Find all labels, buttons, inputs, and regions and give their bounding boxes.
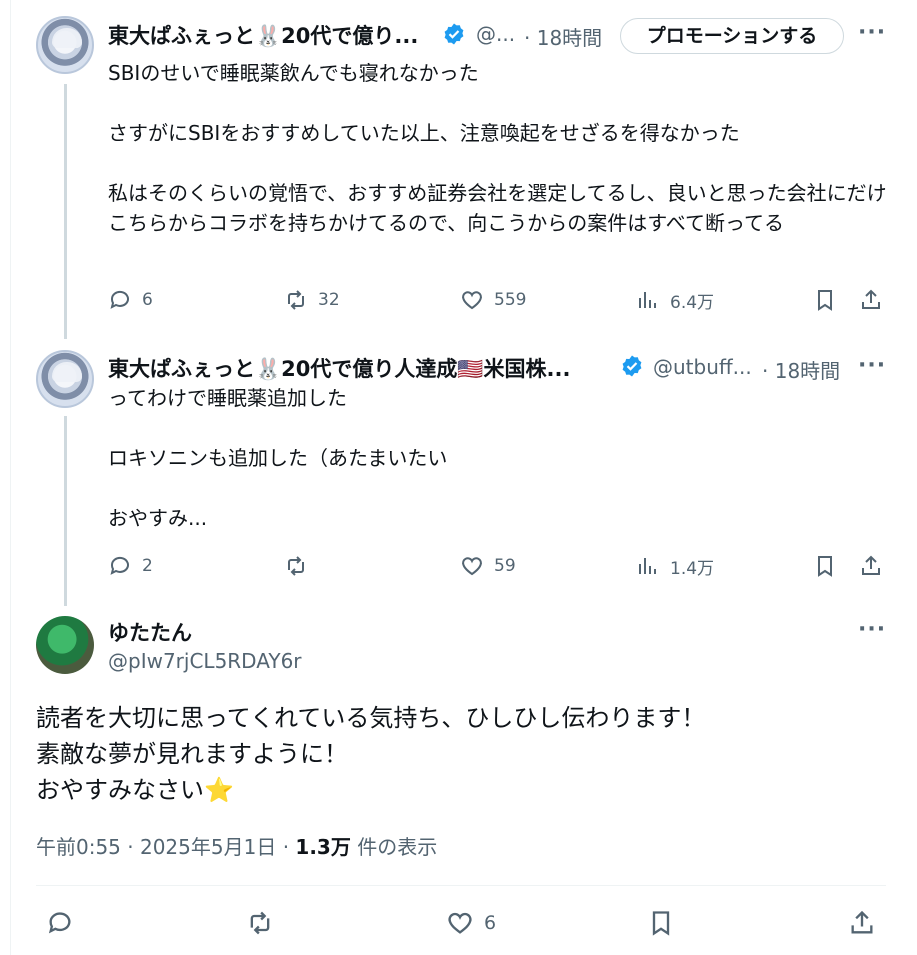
like-icon (448, 912, 472, 934)
share-button[interactable] (859, 553, 883, 579)
more-icon[interactable]: ··· (858, 617, 886, 642)
author-handle[interactable]: @utbuff... (653, 355, 752, 379)
avatar-yutatan[interactable] (36, 616, 94, 674)
bookmark-button[interactable] (813, 553, 837, 579)
author-name[interactable]: ゆたたん (108, 617, 192, 647)
views-button[interactable]: 6.4万 (636, 287, 714, 313)
repost-icon (250, 911, 270, 935)
like-count: 59 (494, 556, 516, 576)
like-count: 559 (494, 290, 527, 310)
author-handle[interactable]: @pIw7rjCL5RDAY6r (108, 649, 302, 673)
thread-line (64, 84, 67, 339)
views-count: 6.4万 (670, 292, 715, 313)
author-handle[interactable]: @... (476, 22, 515, 46)
repost-button[interactable]: 32 (284, 287, 340, 313)
reply-button[interactable] (46, 908, 74, 938)
views-icon (639, 292, 656, 308)
post-text: 読者を大切に思ってくれている気持ち、ひしひし伝わります！ 素敵な夢が見れますよう… (36, 704, 706, 804)
share-icon (851, 910, 873, 934)
share-icon (862, 289, 880, 309)
repost-button[interactable] (246, 908, 274, 938)
reply-count: 6 (142, 290, 153, 310)
repost-icon (288, 556, 304, 576)
verified-badge-icon (622, 355, 642, 377)
verified-badge-icon (444, 23, 464, 45)
more-icon[interactable]: ··· (858, 353, 886, 378)
post-meta: 午前0:55 · 2025年5月1日 · 1.3万 件の表示 (36, 831, 437, 860)
reply-button[interactable]: 6 (108, 287, 153, 313)
bookmark-button[interactable] (813, 287, 837, 313)
repost-icon (288, 290, 304, 310)
repost-count: 32 (318, 290, 340, 310)
more-icon[interactable]: ··· (858, 20, 886, 45)
views-count: 1.4万 (670, 558, 715, 579)
reply-icon (110, 290, 129, 309)
views-count: 1.3万 (295, 835, 351, 859)
post-text: ってわけで睡眠薬追加した ロキソニンも追加した（あたまいたい おやすみ... (108, 386, 448, 530)
views-button[interactable]: 1.4万 (636, 553, 714, 579)
post-time[interactable]: · 18時間 (524, 22, 602, 51)
post-time[interactable]: · 18時間 (762, 355, 840, 384)
share-button[interactable] (859, 287, 883, 313)
left-border (10, 0, 11, 955)
like-button[interactable]: 6 (446, 908, 496, 938)
bookmark-button[interactable] (647, 908, 675, 938)
share-button[interactable] (848, 908, 876, 938)
like-button[interactable]: 59 (460, 553, 516, 579)
reply-count: 2 (142, 556, 153, 576)
bookmark-icon (818, 556, 832, 577)
views-label: 件の表示 (350, 835, 438, 859)
share-icon (862, 555, 880, 575)
promote-button[interactable]: プロモーションする (620, 18, 844, 54)
avatar-utbuffet[interactable] (36, 350, 94, 408)
post-text: SBIのせいで睡眠薬飲んでも寝れなかった さすがにSBIをおすすめしていた以上、… (108, 61, 887, 235)
avatar-utbuffet[interactable] (36, 16, 94, 74)
author-name[interactable]: 東大ぱふぇっと🐰20代で億り人達成🇺🇸米国株... (108, 353, 570, 383)
like-button[interactable]: 559 (460, 287, 526, 313)
post-timestamp[interactable]: 午前0:55 · 2025年5月1日 · (36, 835, 295, 859)
reply-icon (48, 912, 71, 934)
views-icon (639, 558, 656, 574)
like-icon (462, 291, 482, 310)
thread-line (64, 416, 67, 606)
bookmark-icon (652, 911, 670, 936)
reply-icon (110, 556, 129, 575)
like-count: 6 (484, 912, 497, 934)
repost-button[interactable] (284, 553, 308, 579)
author-name[interactable]: 東大ぱふぇっと🐰20代で億り... (108, 20, 418, 50)
bookmark-icon (818, 290, 832, 311)
reply-button[interactable]: 2 (108, 553, 153, 579)
divider (36, 885, 886, 886)
like-icon (462, 557, 482, 576)
